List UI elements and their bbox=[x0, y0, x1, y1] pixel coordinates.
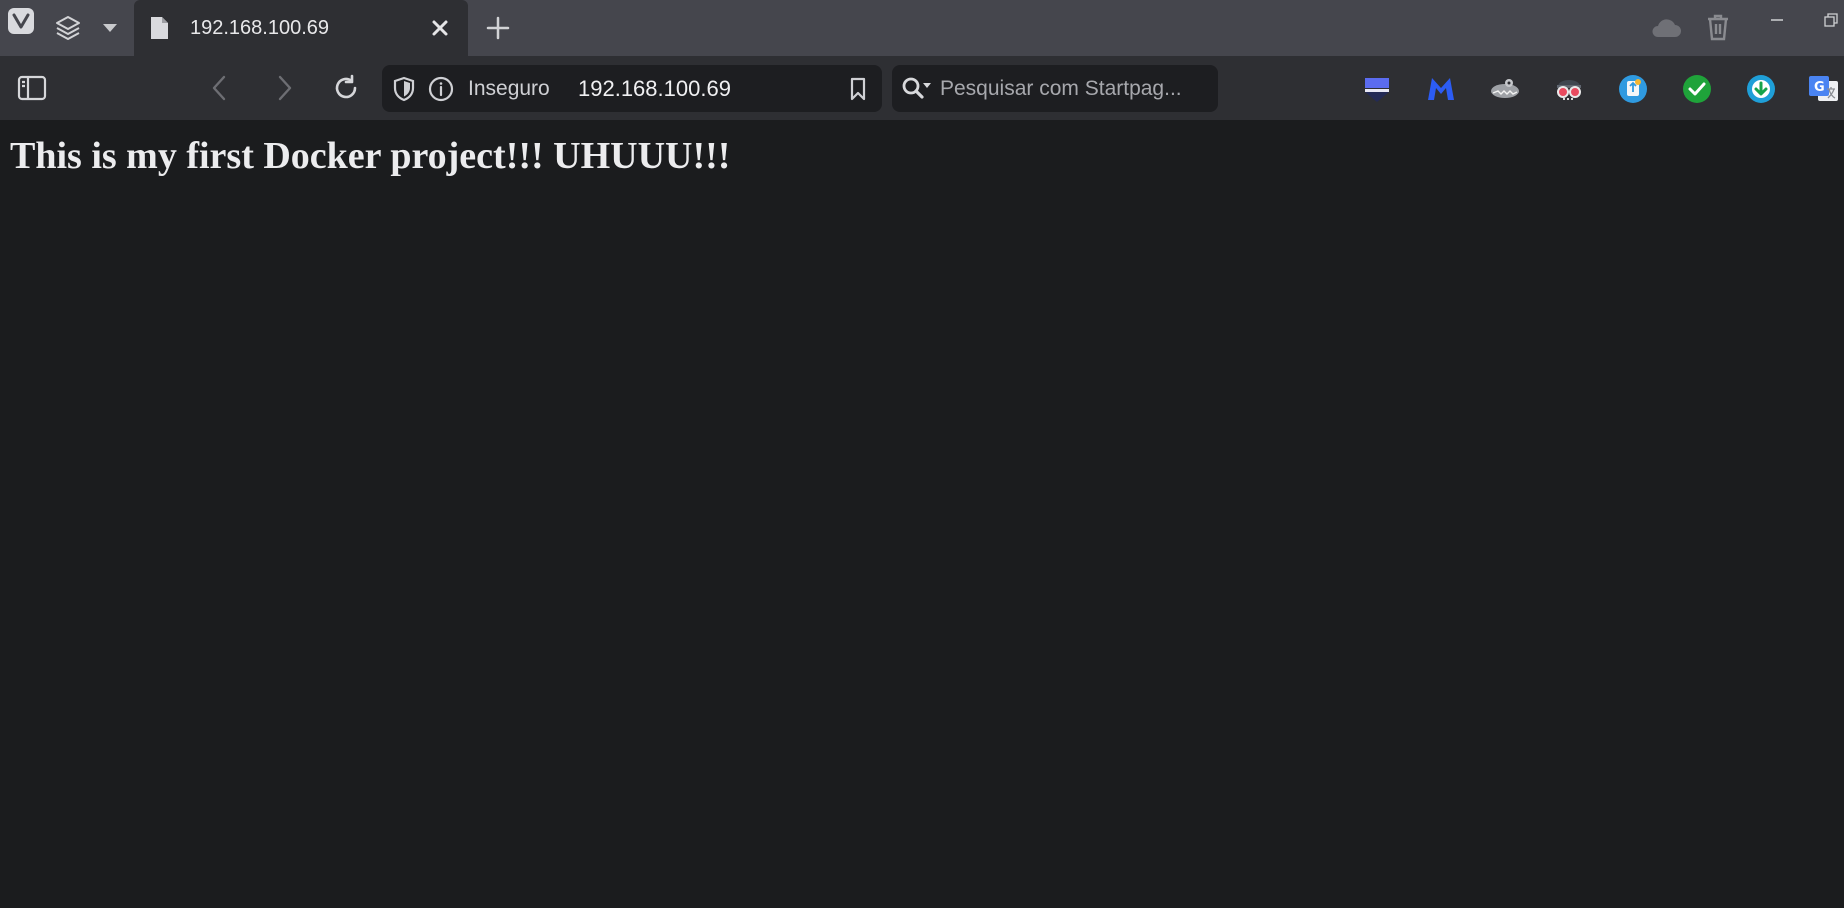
svg-text:G: G bbox=[1814, 80, 1825, 95]
tab-bar: 192.168.100.69 bbox=[0, 0, 1844, 56]
url-text[interactable]: 192.168.100.69 bbox=[578, 76, 731, 102]
stackedit-icon[interactable] bbox=[1360, 72, 1394, 106]
crocodile-extension-icon[interactable] bbox=[1488, 72, 1522, 106]
recycle-bin-extension-icon[interactable] bbox=[1616, 72, 1650, 106]
search-engine-icon[interactable] bbox=[900, 74, 934, 104]
malwarebytes-icon[interactable] bbox=[1424, 72, 1458, 106]
tab-stack-icon[interactable] bbox=[52, 12, 84, 44]
security-status-label: Inseguro bbox=[468, 77, 550, 100]
back-button[interactable] bbox=[202, 70, 236, 106]
google-translate-icon[interactable]: G bbox=[1806, 72, 1842, 106]
tab-close-icon[interactable] bbox=[424, 12, 456, 44]
search-placeholder: Pesquisar com Startpag... bbox=[940, 77, 1182, 100]
forward-button[interactable] bbox=[268, 70, 302, 106]
minimize-window-icon[interactable] bbox=[1762, 8, 1792, 32]
search-field[interactable]: Pesquisar com Startpag... bbox=[892, 65, 1218, 112]
checkmark-extension-icon[interactable] bbox=[1680, 72, 1714, 106]
spy-glasses-icon[interactable] bbox=[1552, 72, 1586, 106]
navigation-toolbar: Inseguro 192.168.100.69 Pesquisar com St… bbox=[0, 56, 1844, 120]
new-tab-button[interactable] bbox=[482, 12, 514, 44]
shield-icon[interactable] bbox=[390, 74, 418, 104]
trash-icon[interactable] bbox=[1702, 10, 1734, 44]
bookmark-icon[interactable] bbox=[844, 74, 872, 104]
sidebar-panel-toggle-icon[interactable] bbox=[14, 70, 50, 106]
sync-cloud-icon[interactable] bbox=[1648, 12, 1684, 44]
reload-button[interactable] bbox=[328, 70, 364, 106]
vivaldi-menu-icon[interactable] bbox=[8, 8, 34, 34]
tab-title: 192.168.100.69 bbox=[190, 17, 330, 39]
page-heading: This is my first Docker project!!! UHUUU… bbox=[10, 135, 731, 177]
download-extension-icon[interactable] bbox=[1744, 72, 1778, 106]
tab-active[interactable]: 192.168.100.69 bbox=[134, 0, 468, 56]
address-bar[interactable]: Inseguro 192.168.100.69 bbox=[382, 65, 882, 112]
restore-window-icon[interactable] bbox=[1818, 8, 1844, 32]
page-document-icon bbox=[148, 16, 170, 40]
tab-list-dropdown-icon[interactable] bbox=[98, 16, 122, 40]
page-viewport: This is my first Docker project!!! UHUUU… bbox=[0, 120, 1844, 908]
site-info-icon[interactable] bbox=[426, 74, 456, 104]
